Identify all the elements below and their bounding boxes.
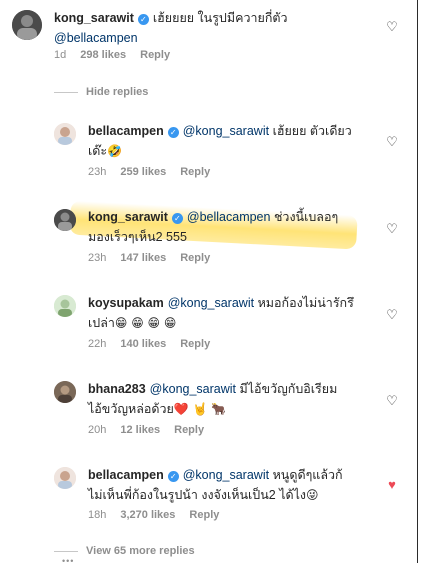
reply-likes[interactable]: 259 likes [120, 166, 166, 178]
reply-body-line2: มองเร็วๆเห็น2 555 [88, 230, 187, 244]
reply-meta: 20h 12 likes Reply [88, 424, 218, 436]
reply-likes[interactable]: 147 likes [120, 252, 166, 264]
heart-icon[interactable]: ♡ [385, 394, 399, 408]
reply-text: koysupakam @kong_sarawit หมอก้องไม่น่ารัก… [88, 293, 378, 333]
replies-divider [54, 92, 78, 93]
verified-badge-icon: ✓ [137, 14, 149, 25]
heart-icon[interactable]: ♡ [385, 222, 399, 236]
verified-badge-icon: ✓ [167, 127, 179, 138]
heart-horns-ox-emoji: ❤️ 🤘 🐂 [173, 402, 227, 416]
reply-time: 20h [88, 424, 107, 436]
reply-body-line1: มีไอ้ขวัญกับอิเรียม [239, 382, 338, 396]
comment-meta: 1d 298 likes Reply [54, 49, 184, 61]
reply-time: 22h [88, 338, 107, 350]
view-more-divider [54, 551, 78, 552]
reply-mention[interactable]: @kong_sarawit [150, 382, 236, 396]
reply-meta: 18h 3,270 likes Reply [88, 509, 233, 521]
hide-replies-button[interactable]: Hide replies [86, 86, 148, 98]
reply-body-line2: เปล่า [88, 316, 115, 330]
reply-text: kong_sarawit ✓ @bellacampen ช่วงนี้เบลอๆ ม… [88, 207, 378, 247]
reply-username[interactable]: bhana283 [88, 382, 146, 396]
reply-text: bellacampen ✓ @kong_sarawit เฮ้ยยย ตัวเดีย… [88, 121, 378, 161]
reply-text: bellacampen ✓ @kong_sarawit หนูดูดีๆแล้วก้… [88, 465, 384, 505]
reply-body-line2: เด๊ะ [88, 144, 108, 158]
heart-icon[interactable]: ♡ [385, 135, 399, 149]
reply-username[interactable]: bellacampen [88, 124, 164, 138]
reply-mention[interactable]: @bellacampen [187, 210, 271, 224]
wink-tongue-emoji: 😜 [306, 488, 319, 502]
reply-button[interactable]: Reply [180, 338, 210, 350]
reply-button[interactable]: Reply [140, 49, 170, 61]
reply-username[interactable]: kong_sarawit [88, 210, 168, 224]
reply-meta: 22h 140 likes Reply [88, 338, 224, 350]
comment-thread-panel: kong_sarawit ✓ เฮ้ยยยย ในรูปมีควายกี่ตัว @… [0, 0, 418, 566]
reply-time: 23h [88, 252, 107, 264]
comment-username[interactable]: kong_sarawit [54, 11, 134, 25]
avatar-kong-sarawit[interactable] [12, 10, 42, 40]
comment-body: เฮ้ยยยย ในรูปมีควายกี่ตัว [152, 11, 288, 25]
reply-body-line1: ช่วงนี้เบลอๆ [273, 210, 339, 224]
comment-mention[interactable]: @bellacampen [54, 31, 138, 45]
reply-likes[interactable]: 3,270 likes [120, 509, 175, 521]
reply-meta: 23h 147 likes Reply [88, 252, 224, 264]
verified-badge-icon: ✓ [167, 471, 179, 482]
verified-badge-icon: ✓ [171, 213, 183, 224]
reply-mention[interactable]: @kong_sarawit [183, 468, 269, 482]
main-comment-text: kong_sarawit ✓ เฮ้ยยยย ในรูปมีควายกี่ตัว @… [54, 8, 374, 48]
comment-likes[interactable]: 298 likes [80, 49, 126, 61]
rofl-emoji: 🤣 [107, 144, 123, 158]
reply-meta: 23h 259 likes Reply [88, 166, 224, 178]
reply-mention[interactable]: @kong_sarawit [183, 124, 269, 138]
avatar-bellacampen[interactable] [54, 467, 76, 489]
reply-likes[interactable]: 12 likes [120, 424, 160, 436]
avatar-kong-sarawit[interactable] [54, 209, 76, 231]
avatar-bhana283[interactable] [54, 381, 76, 403]
avatar-koysupakam[interactable] [54, 295, 76, 317]
grin-emoji: 😁 😁 😁 😁 [114, 316, 177, 330]
reply-body-line1: เฮ้ยยย ตัวเดียว [272, 124, 352, 138]
reply-button[interactable]: Reply [189, 509, 219, 521]
reply-time: 23h [88, 166, 107, 178]
cropped-content-edge: ••• [62, 556, 75, 566]
avatar-bellacampen[interactable] [54, 123, 76, 145]
reply-body-line1: หมอก้องไม่น่ารักรึ [257, 296, 354, 310]
comment-time: 1d [54, 49, 67, 61]
reply-text: bhana283 @kong_sarawit มีไอ้ขวัญกับอิเรีย… [88, 379, 378, 419]
reply-username[interactable]: koysupakam [88, 296, 164, 310]
reply-body-line2: ไอ้ขวัญหล่อด้วย [88, 402, 174, 416]
reply-button[interactable]: Reply [174, 424, 204, 436]
reply-body-line2: ไม่เห็นพี่ก้องในรูปน้า งงจังเห็นเป็น2 ได… [88, 488, 306, 502]
reply-body-line1: หนูดูดีๆแล้วก้ [272, 468, 343, 482]
reply-username[interactable]: bellacampen [88, 468, 164, 482]
reply-likes[interactable]: 140 likes [120, 338, 166, 350]
reply-time: 18h [88, 509, 107, 521]
heart-icon[interactable]: ♡ [385, 308, 399, 322]
reply-button[interactable]: Reply [180, 166, 210, 178]
heart-icon[interactable]: ♡ [385, 20, 399, 34]
reply-mention[interactable]: @kong_sarawit [168, 296, 254, 310]
view-more-replies-button[interactable]: View 65 more replies [86, 545, 195, 557]
heart-icon-liked[interactable]: ♥ [385, 478, 399, 492]
reply-button[interactable]: Reply [180, 252, 210, 264]
